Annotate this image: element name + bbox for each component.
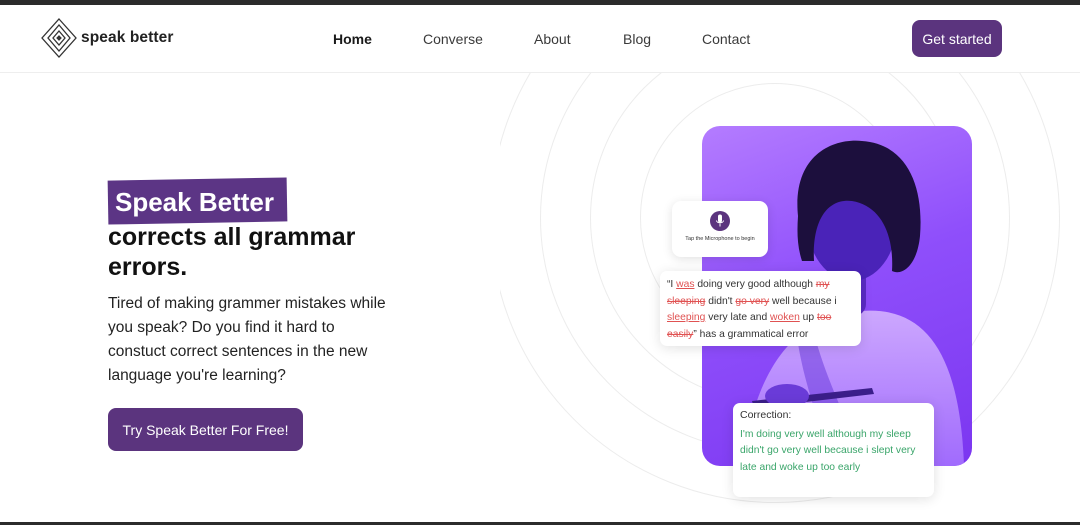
error-inserted-word: was [676,279,695,290]
hero-headline: corrects all grammar errors. [108,223,356,281]
nav-item-about[interactable]: About [534,31,571,47]
get-started-button[interactable]: Get started [912,20,1002,57]
error-text: “I [667,279,677,290]
correction-card: Correction: I'm doing very well although… [733,403,934,497]
error-inserted-word: woken [770,312,800,323]
nav-item-converse[interactable]: Converse [423,31,483,47]
error-text: up [799,312,817,323]
grammar-error-card: “I was doing very good although my sleep… [660,271,861,346]
error-text: didn't [705,295,736,307]
site-header: speak better Home Converse About Blog Co… [0,5,1080,73]
nav-item-blog[interactable]: Blog [623,31,651,47]
hero-description: Tired of making grammer mistakes while y… [108,295,386,384]
highlight-text: Speak Better [115,187,274,217]
error-deleted-word: go very [735,295,770,307]
error-text: ” has a grammatical error [693,328,809,340]
correction-text: I'm doing very well although my sleep di… [740,429,916,473]
error-text: well because i [769,295,837,307]
mic-button[interactable] [710,211,730,231]
nav-item-home[interactable]: Home [333,31,372,47]
error-text: doing very good although [694,279,816,290]
microphone-icon [716,214,724,227]
error-text: very late and [705,312,771,323]
error-inserted-word: sleeping [667,312,706,323]
mic-card[interactable]: Tap the Microphone to begin [672,201,768,257]
nav-item-contact[interactable]: Contact [702,31,750,47]
correction-title: Correction: [740,409,792,421]
mic-caption: Tap the Microphone to begin [685,236,755,242]
try-free-button[interactable]: Try Speak Better For Free! [108,408,303,451]
